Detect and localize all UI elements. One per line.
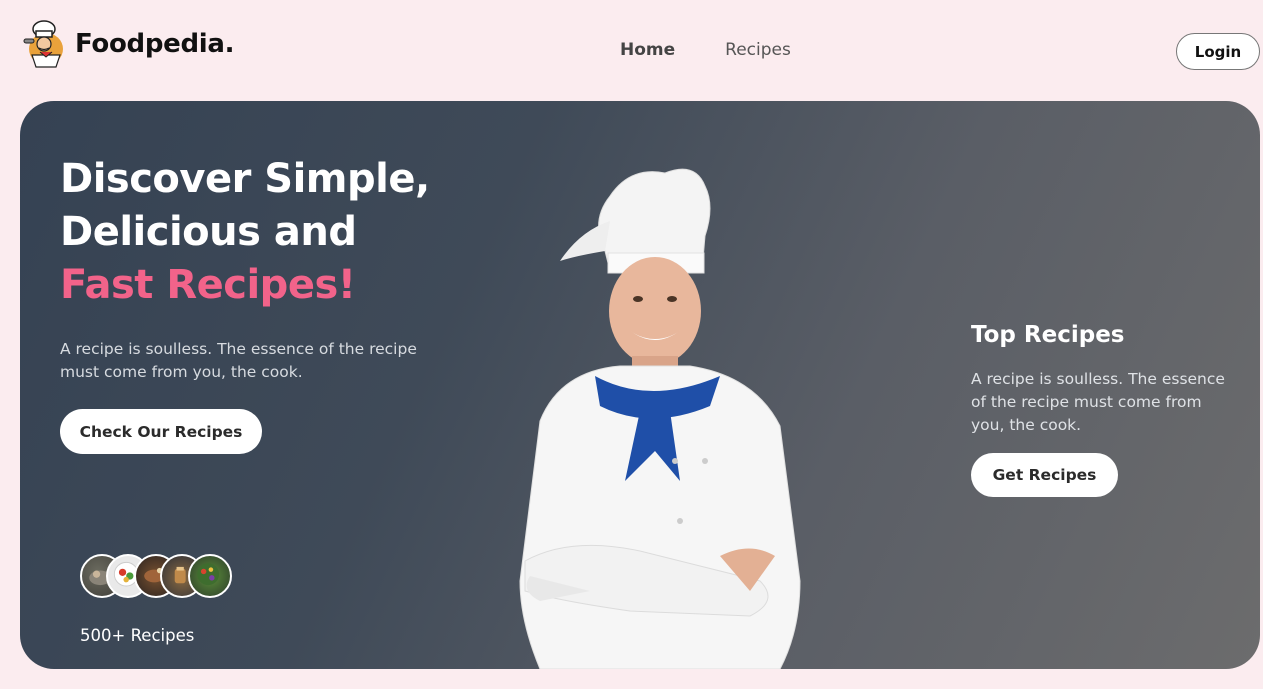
nav-item-recipes[interactable]: Recipes	[725, 40, 791, 60]
get-recipes-button[interactable]: Get Recipes	[971, 453, 1118, 497]
chef-photo	[519, 168, 801, 669]
brand-name: Foodpedia.	[75, 29, 235, 59]
brand-logo-link[interactable]: Foodpedia.	[22, 19, 235, 69]
hero-description: A recipe is soulless. The essence of the…	[60, 340, 417, 381]
site-header: Foodpedia. Home Recipes Login	[0, 0, 1263, 100]
main-nav: Home Recipes	[620, 40, 791, 60]
nav-item-home[interactable]: Home	[620, 40, 675, 60]
chef-mascot-icon	[23, 20, 63, 68]
hero-title-line-1: Discover Simple,	[60, 156, 430, 202]
recipe-thumbnails	[80, 554, 240, 598]
recipe-thumbnail	[188, 554, 232, 598]
hero-title-highlight: Fast Recipes!	[60, 262, 356, 308]
check-recipes-button[interactable]: Check Our Recipes	[60, 409, 262, 454]
top-recipes-description: A recipe is soulless. The essence of the…	[971, 370, 1225, 434]
hero-title-line-2: Delicious and	[60, 209, 357, 255]
login-button[interactable]: Login	[1176, 33, 1260, 70]
hero-title: Discover Simple, Delicious and Fast Reci…	[60, 153, 480, 312]
top-recipes-title: Top Recipes	[971, 322, 1125, 348]
hero-banner: Discover Simple, Delicious and Fast Reci…	[20, 101, 1260, 669]
recipes-count: 500+ Recipes	[80, 626, 195, 645]
